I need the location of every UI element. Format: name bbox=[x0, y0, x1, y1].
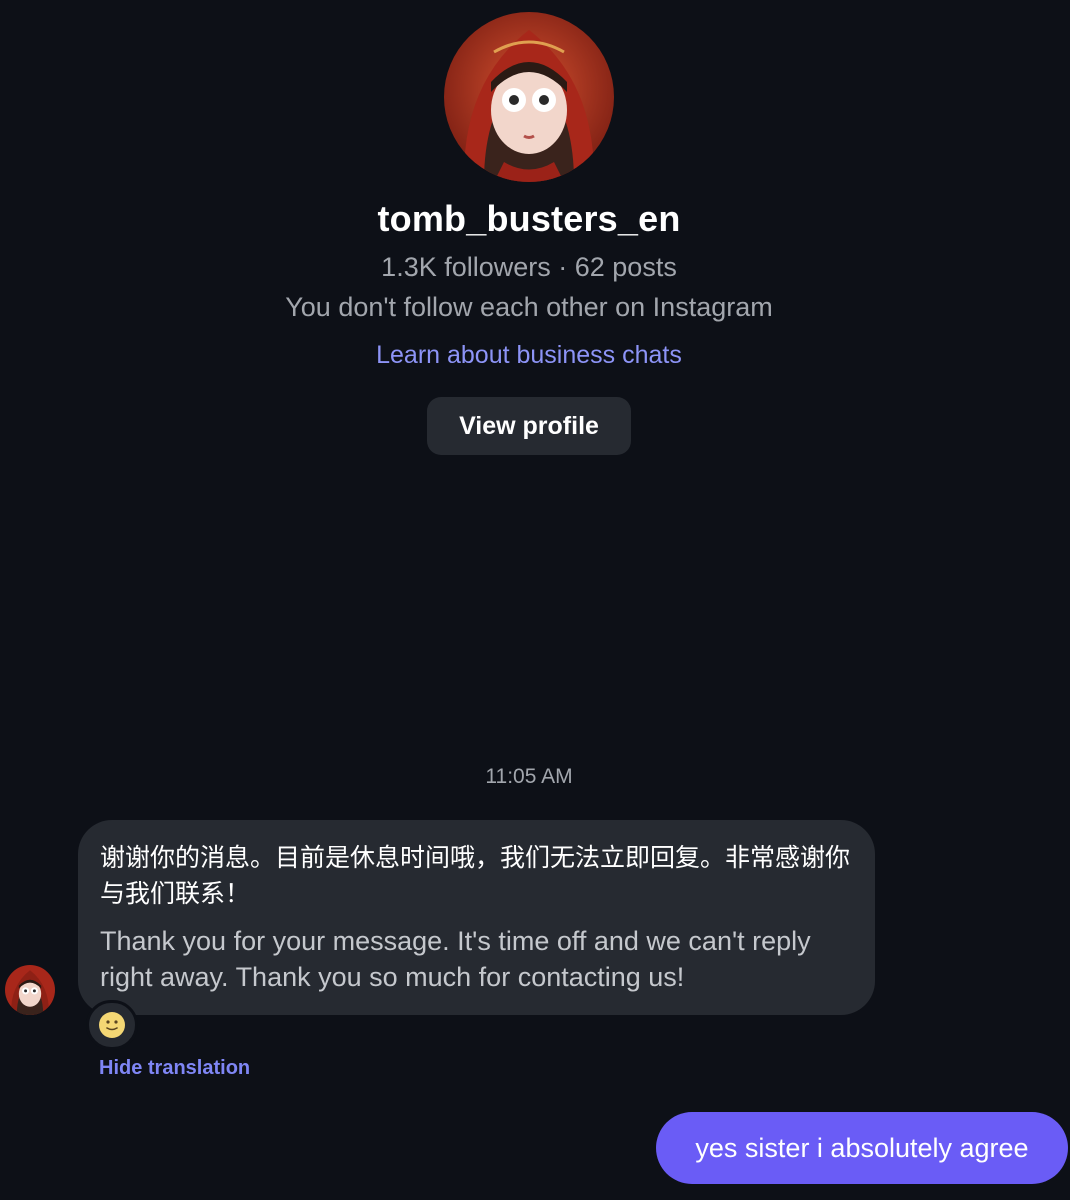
follow-status-note: You don't follow each other on Instagram bbox=[285, 292, 773, 322]
learn-business-chats-link[interactable]: Learn about business chats bbox=[0, 341, 1058, 370]
sender-avatar-illustration bbox=[5, 965, 55, 1015]
view-profile-button[interactable]: View profile bbox=[427, 397, 631, 455]
slightly-smiling-face-icon bbox=[99, 1012, 125, 1038]
sender-avatar[interactable] bbox=[5, 965, 55, 1015]
outgoing-message-text: yes sister i absolutely agree bbox=[695, 1132, 1029, 1163]
incoming-message-bubble[interactable]: 谢谢你的消息。目前是休息时间哦，我们无法立即回复。非常感谢你与我们联系！ Tha… bbox=[78, 820, 875, 1015]
incoming-message-translation: Thank you for your message. It's time of… bbox=[100, 926, 811, 992]
hide-translation-link[interactable]: Hide translation bbox=[99, 1057, 250, 1080]
message-timestamp: 11:05 AM bbox=[485, 765, 573, 788]
profile-username: tomb_busters_en bbox=[377, 198, 681, 239]
message-reaction[interactable] bbox=[86, 1000, 138, 1050]
profile-avatar[interactable] bbox=[444, 12, 614, 182]
profile-stats: 1.3K followers · 62 posts bbox=[381, 252, 677, 282]
incoming-message-original: 谢谢你的消息。目前是休息时间哦，我们无法立即回复。非常感谢你与我们联系！ bbox=[100, 843, 851, 908]
outgoing-message-bubble[interactable]: yes sister i absolutely agree bbox=[656, 1112, 1068, 1184]
avatar-illustration bbox=[444, 12, 614, 182]
